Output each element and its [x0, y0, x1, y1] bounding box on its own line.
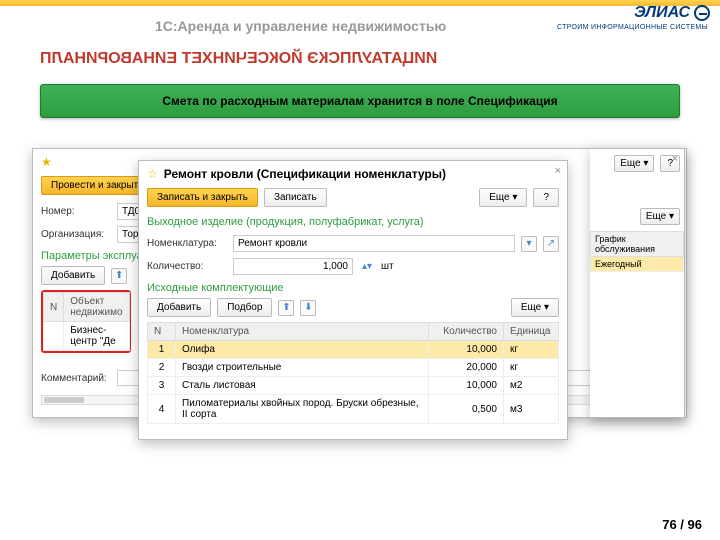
more-button[interactable]: Еще ▾: [511, 298, 559, 317]
label-number: Номер:: [41, 206, 111, 217]
post-close-button[interactable]: Провести и закрыть: [41, 176, 153, 195]
star-icon: ★: [41, 155, 52, 169]
window-side: × Еще ▾ ? Еще ▾ График обслуживания Ежег…: [590, 148, 685, 418]
close-icon[interactable]: ×: [555, 165, 561, 177]
add-button[interactable]: Добавить: [41, 266, 105, 285]
save-close-button[interactable]: Записать и закрыть: [147, 188, 258, 207]
table-row[interactable]: 4Пиломатериалы хвойных пород. Бруски обр…: [148, 395, 559, 424]
col-unit: Единица: [504, 323, 559, 341]
save-button[interactable]: Записать: [264, 188, 327, 207]
col-qty: Количество: [429, 323, 504, 341]
objects-table: NОбъект недвижимо Бизнес-центр "Де: [43, 292, 130, 351]
close-icon[interactable]: ×: [672, 153, 678, 165]
pick-button[interactable]: Подбор: [217, 298, 272, 317]
table-row[interactable]: Бизнес-центр "Де: [44, 322, 130, 351]
top-stripe: [0, 0, 720, 6]
up-icon[interactable]: ⬆: [278, 300, 294, 316]
table-row[interactable]: 1Олифа10,000кг: [148, 341, 559, 359]
label-qty: Количество:: [147, 261, 227, 272]
table-row[interactable]: 3Сталь листовая10,000м2: [148, 377, 559, 395]
open-icon[interactable]: ↗: [543, 236, 559, 252]
up-icon[interactable]: ⬆: [111, 268, 127, 284]
label-org: Организация:: [41, 229, 111, 240]
logo-text: ЭЛИАС: [634, 4, 710, 22]
app-title: 1С:Аренда и управление недвижимостью: [155, 18, 446, 34]
schedule-table: График обслуживания Ежегодный: [590, 231, 684, 272]
col-object: Объект недвижимо: [64, 293, 129, 322]
col-schedule: График обслуживания: [591, 232, 684, 257]
col-n: N: [44, 293, 64, 322]
stepper-icon[interactable]: ▴▾: [359, 259, 375, 275]
table-row[interactable]: Ежегодный: [591, 257, 684, 272]
unit-label: шт: [381, 261, 394, 272]
down-icon[interactable]: ⬇: [300, 300, 316, 316]
source-heading: Исходные комплектующие: [139, 278, 567, 298]
add-button[interactable]: Добавить: [147, 298, 211, 317]
star-icon: ☆: [147, 167, 158, 181]
logo-subtext: СТРОИМ ИНФОРМАЦИОННЫЕ СИСТЕМЫ: [557, 24, 708, 31]
table-row[interactable]: 2Гвозди строительные20,000кг: [148, 359, 559, 377]
page-number: 76 / 96: [662, 517, 702, 532]
window-spec: × ☆ Ремонт кровли (Спецификации номенкла…: [138, 160, 568, 440]
col-n: N: [148, 323, 176, 341]
qty-input[interactable]: [233, 258, 353, 275]
more-button-2[interactable]: Еще ▾: [640, 208, 680, 225]
label-nomenclature: Номенклатура:: [147, 238, 227, 249]
nomenclature-input[interactable]: [233, 235, 515, 252]
dropdown-icon[interactable]: ▾: [521, 236, 537, 252]
window-title: Ремонт кровли (Спецификации номенклатуры…: [164, 167, 446, 181]
label-comment: Комментарий:: [41, 373, 111, 384]
callout-banner: Смета по расходным материалам хранится в…: [40, 84, 680, 118]
more-button[interactable]: Еще ▾: [479, 188, 527, 207]
col-nomenclature: Номенклатура: [176, 323, 429, 341]
components-table: N Номенклатура Количество Единица 1Олифа…: [147, 322, 559, 424]
more-button[interactable]: Еще ▾: [614, 155, 654, 172]
output-heading: Выходное изделие (продукция, полуфабрика…: [139, 212, 567, 232]
section-title: ПЛАНИРОВАНИЕ ТЕХНИЧЕСКОЙ ЭКСПЛУАТАЦИИ: [40, 50, 437, 68]
help-button[interactable]: ?: [533, 188, 559, 207]
